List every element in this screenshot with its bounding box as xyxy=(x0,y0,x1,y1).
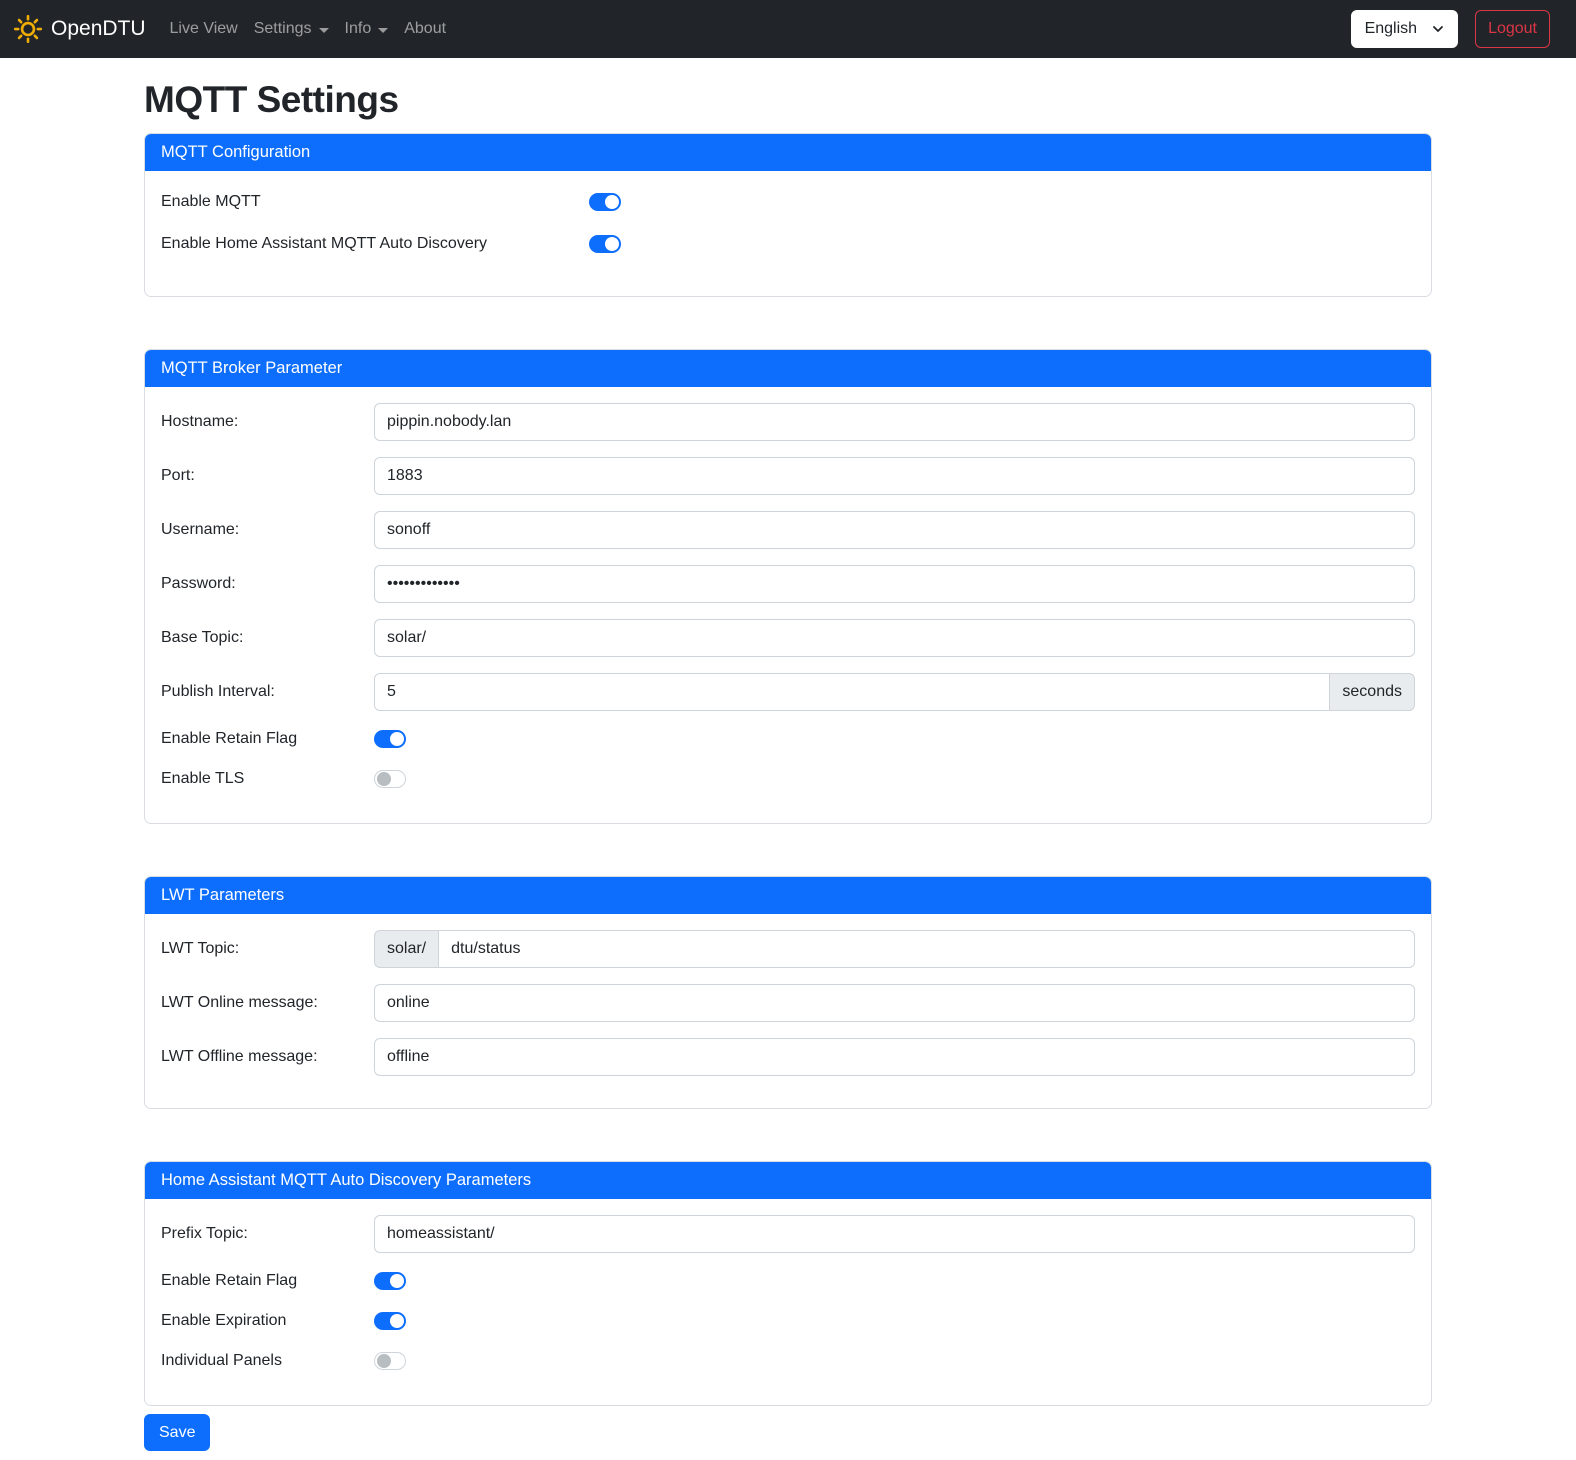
toggle-enable-mqtt[interactable] xyxy=(589,193,621,211)
base-topic-input[interactable] xyxy=(374,619,1415,657)
field-label: LWT Topic: xyxy=(161,940,374,958)
lwt-topic-group: solar/ xyxy=(374,930,1415,968)
lwt-topic-prefix-addon: solar/ xyxy=(374,930,438,968)
nav-item-live-view[interactable]: Live View xyxy=(162,12,246,46)
lwt-topic-input[interactable] xyxy=(438,930,1415,968)
language-select-value: English xyxy=(1365,20,1417,38)
form-row-individual-panels: Individual Panels xyxy=(161,1349,1415,1373)
form-row-enable-hass-discovery: Enable Home Assistant MQTT Auto Discover… xyxy=(161,229,1415,259)
field-label: Base Topic: xyxy=(161,629,374,647)
nav-item-info[interactable]: Info xyxy=(337,12,397,46)
nav-item-label: Live View xyxy=(170,20,238,38)
lwt-offline-input[interactable] xyxy=(374,1038,1415,1076)
nav-item-label: Settings xyxy=(254,20,312,38)
card-header-hass-discovery-parameters: Home Assistant MQTT Auto Discovery Param… xyxy=(145,1162,1431,1199)
toggle-knob xyxy=(605,195,619,209)
field-label: Enable Retain Flag xyxy=(161,1272,374,1290)
form-row-base-topic: Base Topic: xyxy=(161,619,1415,657)
toggle-hass-enable-retain-flag[interactable] xyxy=(374,1272,406,1290)
card-mqtt-broker-parameter: MQTT Broker Parameter Hostname: Port: Us… xyxy=(144,349,1432,824)
card-header-lwt-parameters: LWT Parameters xyxy=(145,877,1431,914)
card-header-mqtt-configuration: MQTT Configuration xyxy=(145,134,1431,171)
form-row-username: Username: xyxy=(161,511,1415,549)
toggle-knob xyxy=(390,1314,404,1328)
navbar: OpenDTU Live View Settings Info About En… xyxy=(0,0,1576,58)
field-label: LWT Offline message: xyxy=(161,1048,374,1066)
toggle-individual-panels[interactable] xyxy=(374,1352,406,1370)
card-body: LWT Topic: solar/ LWT Online message: LW… xyxy=(145,914,1431,1108)
page-title: MQTT Settings xyxy=(144,79,1432,121)
nav-item-settings[interactable]: Settings xyxy=(246,12,337,46)
card-lwt-parameters: LWT Parameters LWT Topic: solar/ LWT Onl… xyxy=(144,876,1432,1109)
nav-item-about[interactable]: About xyxy=(396,12,454,46)
field-label: LWT Online message: xyxy=(161,994,374,1012)
sun-icon xyxy=(14,15,42,43)
form-row-enable-mqtt: Enable MQTT xyxy=(161,187,1415,217)
form-row-hostname: Hostname: xyxy=(161,403,1415,441)
field-label: Enable Retain Flag xyxy=(161,730,374,748)
form-row-enable-retain-flag: Enable Retain Flag xyxy=(161,727,1415,751)
language-select[interactable]: English xyxy=(1351,10,1458,48)
chevron-down-icon xyxy=(1432,23,1444,35)
toggle-enable-hass-discovery[interactable] xyxy=(589,235,621,253)
card-header-mqtt-broker-parameter: MQTT Broker Parameter xyxy=(145,350,1431,387)
toggle-knob xyxy=(377,1354,391,1368)
toggle-enable-tls[interactable] xyxy=(374,770,406,788)
toggle-knob xyxy=(390,1274,404,1288)
card-mqtt-configuration: MQTT Configuration Enable MQTT Enable Ho… xyxy=(144,133,1432,297)
publish-interval-input[interactable] xyxy=(374,673,1330,711)
form-row-hass-enable-expiration: Enable Expiration xyxy=(161,1309,1415,1333)
card-hass-discovery-parameters: Home Assistant MQTT Auto Discovery Param… xyxy=(144,1161,1432,1406)
seconds-unit-addon: seconds xyxy=(1330,673,1415,711)
toggle-knob xyxy=(390,732,404,746)
save-button[interactable]: Save xyxy=(144,1414,210,1451)
brand-label: OpenDTU xyxy=(51,17,146,41)
form-row-lwt-online: LWT Online message: xyxy=(161,984,1415,1022)
form-row-password: Password: xyxy=(161,565,1415,603)
form-row-prefix-topic: Prefix Topic: xyxy=(161,1215,1415,1253)
field-label: Password: xyxy=(161,575,374,593)
username-input[interactable] xyxy=(374,511,1415,549)
nav-links: Live View Settings Info About xyxy=(162,12,455,46)
toggle-knob xyxy=(377,772,391,786)
form-row-port: Port: xyxy=(161,457,1415,495)
field-label: Publish Interval: xyxy=(161,683,374,701)
port-input[interactable] xyxy=(374,457,1415,495)
brand-opendtu[interactable]: OpenDTU xyxy=(14,15,146,43)
hostname-input[interactable] xyxy=(374,403,1415,441)
publish-interval-group: seconds xyxy=(374,673,1415,711)
field-label: Hostname: xyxy=(161,413,374,431)
form-row-lwt-topic: LWT Topic: solar/ xyxy=(161,930,1415,968)
dropdown-caret-icon xyxy=(319,28,329,33)
field-label: Prefix Topic: xyxy=(161,1225,374,1243)
prefix-topic-input[interactable] xyxy=(374,1215,1415,1253)
form-row-lwt-offline: LWT Offline message: xyxy=(161,1038,1415,1076)
navbar-right: English Logout xyxy=(1351,10,1550,48)
password-input[interactable] xyxy=(374,565,1415,603)
card-body: Prefix Topic: Enable Retain Flag Enable … xyxy=(145,1199,1431,1405)
form-row-enable-tls: Enable TLS xyxy=(161,767,1415,791)
field-label: Individual Panels xyxy=(161,1352,374,1370)
nav-item-label: Info xyxy=(345,20,372,38)
lwt-online-input[interactable] xyxy=(374,984,1415,1022)
field-label: Username: xyxy=(161,521,374,539)
nav-item-label: About xyxy=(404,20,446,38)
toggle-enable-retain-flag[interactable] xyxy=(374,730,406,748)
card-body: Enable MQTT Enable Home Assistant MQTT A… xyxy=(145,171,1431,296)
field-label: Enable MQTT xyxy=(161,193,589,211)
logout-button[interactable]: Logout xyxy=(1475,10,1550,48)
form-row-hass-enable-retain-flag: Enable Retain Flag xyxy=(161,1269,1415,1293)
field-label: Enable TLS xyxy=(161,770,374,788)
main-content: MQTT Settings MQTT Configuration Enable … xyxy=(144,79,1432,1451)
field-label: Enable Expiration xyxy=(161,1312,374,1330)
field-label: Enable Home Assistant MQTT Auto Discover… xyxy=(161,235,589,253)
field-label: Port: xyxy=(161,467,374,485)
toggle-hass-enable-expiration[interactable] xyxy=(374,1312,406,1330)
dropdown-caret-icon xyxy=(378,28,388,33)
card-body: Hostname: Port: Username: Password: Base… xyxy=(145,387,1431,823)
toggle-knob xyxy=(605,237,619,251)
form-row-publish-interval: Publish Interval: seconds xyxy=(161,673,1415,711)
